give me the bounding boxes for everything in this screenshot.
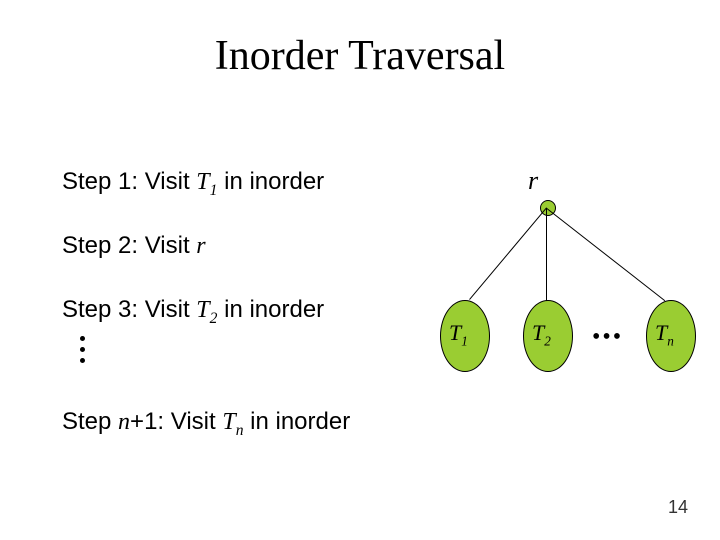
step-n-text-b: in inorder	[243, 408, 350, 435]
edge-r-Tn	[546, 208, 665, 301]
step-1-T: T	[196, 169, 209, 195]
label-T2-sub: 2	[544, 333, 551, 348]
step-1-text-b: in inorder	[217, 168, 324, 195]
root-label: r	[528, 166, 538, 196]
step-n-n: n	[118, 409, 130, 435]
step-1: Step 1: Visit T1 in inorder	[62, 168, 324, 200]
step-2-text-a: Step 2: Visit	[62, 232, 196, 259]
edge-r-T1	[469, 207, 547, 300]
horizontal-ellipsis-icon: •••	[592, 324, 623, 351]
slide-title: Inorder Traversal	[0, 32, 720, 80]
step-3-T: T	[196, 297, 209, 323]
step-n-text-a: Step	[62, 408, 118, 435]
step-3-text-b: in inorder	[217, 296, 324, 323]
label-T2-T: T	[532, 320, 544, 345]
step-2: Step 2: Visit r	[62, 232, 206, 260]
vertical-ellipsis-icon	[80, 336, 85, 363]
label-T1-sub: 1	[461, 333, 468, 348]
step-2-r: r	[196, 233, 205, 259]
step-1-text-a: Step 1: Visit	[62, 168, 196, 195]
label-Tn-T: T	[655, 320, 667, 345]
edge-r-T2	[546, 208, 547, 303]
step-n-plus-1: Step n+1: Visit Tn in inorder	[62, 408, 350, 440]
label-T1-T: T	[449, 320, 461, 345]
page-number: 14	[668, 497, 688, 518]
step-3-text-a: Step 3: Visit	[62, 296, 196, 323]
step-n-plus: +1: Visit	[130, 408, 222, 435]
step-n-T: T	[222, 409, 235, 435]
label-T2: T2	[532, 320, 551, 349]
step-3: Step 3: Visit T2 in inorder	[62, 296, 324, 328]
tree-diagram: r T1 T2 Tn •••	[420, 160, 700, 400]
label-T1: T1	[449, 320, 468, 349]
label-Tn: Tn	[655, 320, 674, 349]
label-Tn-sub: n	[667, 333, 674, 348]
